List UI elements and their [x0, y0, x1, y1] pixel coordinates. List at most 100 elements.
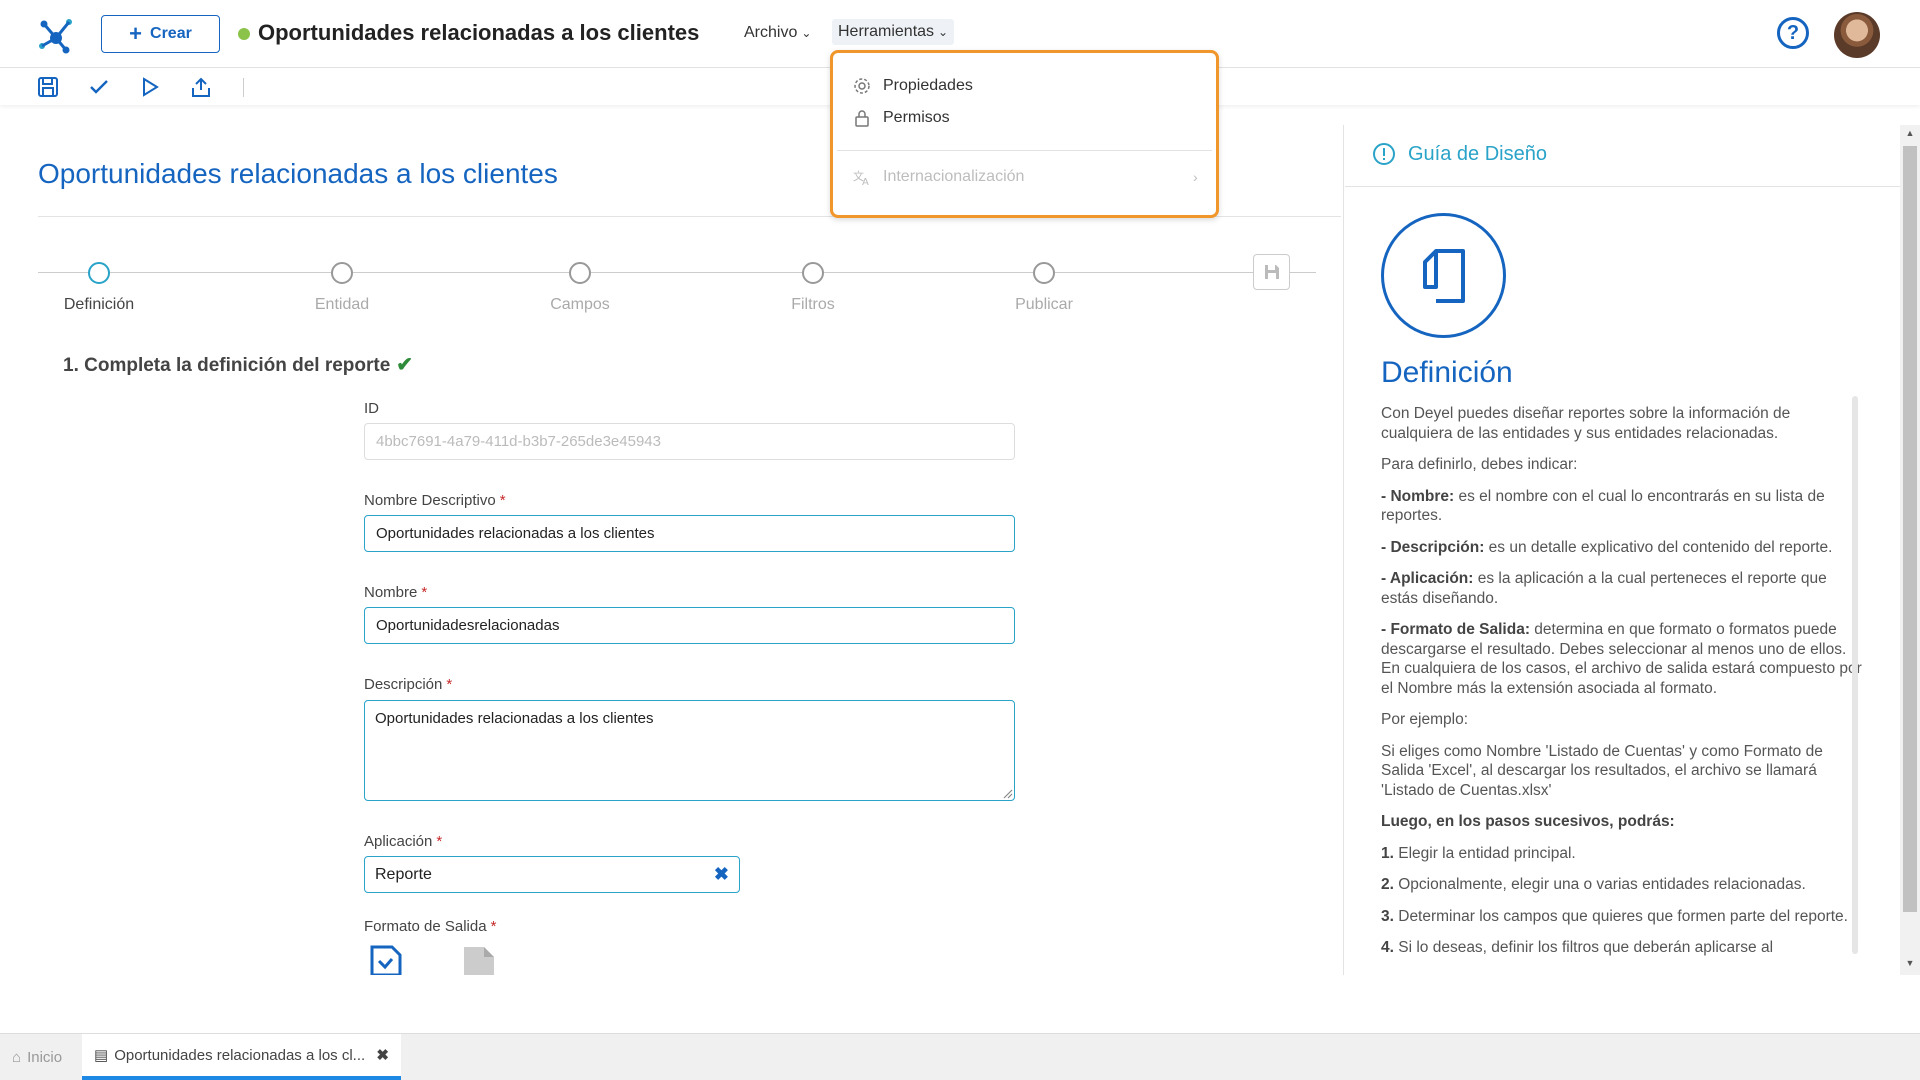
info-alert-icon — [1373, 143, 1395, 165]
guide-paragraph: Si eliges como Nombre 'Listado de Cuenta… — [1381, 742, 1823, 799]
menu-herramientas[interactable]: Herramientas ⌄ — [832, 19, 955, 45]
create-button-label: Crear — [150, 25, 192, 42]
scrollbar-thumb[interactable] — [1903, 146, 1917, 912]
guide-title: Guía de Diseño — [1372, 142, 1547, 166]
step-entidad-label[interactable]: Entidad — [315, 296, 369, 314]
app-window: { "header": { "create_label": "Crear", "… — [0, 0, 1920, 1080]
step-filtros-label[interactable]: Filtros — [791, 296, 835, 314]
step-filtros-circle[interactable] — [802, 262, 824, 284]
aplicacion-select[interactable]: Reporte ✖ — [364, 856, 740, 893]
deyel-logo-icon[interactable] — [36, 14, 76, 54]
nombre-field[interactable]: Oportunidadesrelacionadas — [364, 607, 1015, 644]
chevron-down-icon: ⌄ — [801, 26, 812, 40]
menu-archivo[interactable]: Archivo ⌄ — [744, 24, 811, 42]
id-field: 4bbc7691-4a79-411d-b3b7-265de3e45943 — [364, 423, 1015, 460]
status-dot — [238, 28, 250, 40]
home-icon: ⌂ — [12, 1049, 22, 1066]
avatar[interactable] — [1834, 12, 1880, 58]
aplicacion-value: Reporte — [375, 865, 432, 883]
panel-divider — [1343, 125, 1344, 977]
checkmark-icon: ✔ — [396, 354, 414, 376]
descripcion-label-text: Descripción — [364, 676, 443, 693]
menu-item-propiedades-label: Propiedades — [883, 77, 973, 94]
report-icon: ▤ — [94, 1047, 109, 1064]
plus-icon: + — [129, 21, 143, 46]
scroll-up-icon[interactable]: ▲ — [1904, 128, 1916, 138]
menu-item-internacionalizacion-label: Internacionalización — [883, 168, 1025, 185]
guide-steps-heading: Luego, en los pasos sucesivos, podrás: — [1381, 813, 1675, 830]
nombre-descriptivo-label: Nombre Descriptivo * — [364, 492, 506, 509]
scroll-down-icon[interactable]: ▼ — [1904, 958, 1916, 968]
check-icon[interactable] — [88, 76, 110, 98]
menu-archivo-label: Archivo — [744, 24, 798, 41]
menu-item-permisos[interactable]: Permisos — [853, 109, 950, 127]
menu-item-internacionalizacion: 文 A Internacionalización › — [853, 168, 1202, 186]
divider — [837, 150, 1212, 151]
guide-item: - Descripción: es un detalle explicativo… — [1381, 538, 1833, 556]
guide-title-text: Guía de Diseño — [1408, 142, 1547, 165]
help-circle-icon[interactable]: ? — [1777, 17, 1809, 49]
aplicacion-label: Aplicación * — [364, 833, 442, 850]
form-clip — [0, 975, 1344, 1033]
resize-handle-icon[interactable] — [1001, 787, 1013, 799]
menu-herramientas-label: Herramientas — [838, 23, 935, 40]
chevron-down-icon: ⌄ — [938, 25, 949, 39]
divider — [1345, 186, 1900, 187]
svg-text:A: A — [862, 177, 869, 186]
guide-heading: Definición — [1381, 356, 1513, 389]
guide-step: 4. Si lo deseas, definir los filtros que… — [1381, 939, 1774, 956]
section-heading-text: 1. Completa la definición del reporte — [63, 355, 391, 376]
page-name: Oportunidades relacionadas a los cliente… — [258, 20, 700, 45]
step-publicar-circle[interactable] — [1033, 262, 1055, 284]
descripcion-label: Descripción * — [364, 676, 452, 693]
herramientas-dropdown: Propiedades Permisos 文 A Internacionaliz… — [830, 50, 1219, 218]
export-icon[interactable] — [190, 76, 212, 98]
tab-inicio-label: Inicio — [27, 1049, 63, 1066]
tab-reporte[interactable]: ▤ Oportunidades relacionadas a los cl...… — [82, 1034, 401, 1080]
step-save-button[interactable] — [1253, 254, 1290, 290]
required-mark: * — [490, 918, 497, 935]
guide-step: 3. Determinar los campos que quieres que… — [1381, 907, 1848, 925]
section-heading: 1. Completa la definición del reporte ✔ — [63, 352, 413, 377]
guide-item: - Formato de Salida: determina en que fo… — [1381, 621, 1862, 697]
guide-step: 1. Elegir la entidad principal. — [1381, 844, 1576, 862]
step-campos-label[interactable]: Campos — [550, 296, 610, 314]
menu-item-permisos-label: Permisos — [883, 109, 950, 126]
step-definicion-label[interactable]: Definición — [64, 296, 134, 314]
document-icon — [1422, 248, 1465, 303]
lock-icon — [855, 110, 869, 127]
descripcion-textarea[interactable]: Oportunidades relacionadas a los cliente… — [364, 700, 1015, 801]
close-icon[interactable]: ✖ — [376, 1046, 389, 1064]
save-icon[interactable] — [37, 76, 59, 98]
csv-format-icon[interactable] — [462, 945, 498, 975]
nombre-descriptivo-field[interactable]: Oportunidades relacionadas a los cliente… — [364, 515, 1015, 552]
step-entidad-circle[interactable] — [331, 262, 353, 284]
bottom-tab-bar: ⌂ Inicio ▤ Oportunidades relacionadas a … — [0, 1033, 1920, 1080]
guide-scrollbar[interactable] — [1852, 396, 1858, 954]
page-title: Oportunidades relacionadas a los cliente… — [38, 158, 558, 189]
nombre-label-text: Nombre — [364, 584, 418, 601]
formato-salida-label-text: Formato de Salida — [364, 918, 487, 935]
tab-inicio[interactable]: ⌂ Inicio — [0, 1034, 82, 1080]
create-button[interactable]: + Crear — [101, 15, 220, 53]
menu-item-propiedades[interactable]: Propiedades — [853, 77, 973, 95]
play-icon[interactable] — [139, 76, 161, 98]
guide-body: Con Deyel puedes diseñar reportes sobre … — [1381, 404, 1863, 970]
toolbar-divider — [243, 78, 244, 97]
nombre-descriptivo-label-text: Nombre Descriptivo — [364, 492, 496, 509]
guide-paragraph: Con Deyel puedes diseñar reportes sobre … — [1381, 405, 1791, 442]
step-campos-circle[interactable] — [569, 262, 591, 284]
tab-reporte-label: Oportunidades relacionadas a los cl... — [114, 1046, 366, 1064]
gear-icon — [854, 78, 870, 94]
save-icon — [1264, 265, 1279, 279]
guide-step: 2. Opcionalmente, elegir una o varias en… — [1381, 876, 1806, 893]
step-publicar-label[interactable]: Publicar — [1015, 296, 1073, 314]
required-mark: * — [499, 492, 506, 509]
excel-format-icon[interactable] — [368, 945, 404, 975]
guide-item: - Nombre: es el nombre con el cual lo en… — [1381, 487, 1825, 525]
chevron-right-icon: › — [1193, 169, 1198, 185]
clear-icon[interactable]: ✖ — [714, 864, 729, 885]
guide-illustration — [1381, 213, 1506, 338]
stepper-line — [38, 272, 1316, 273]
step-definicion-circle[interactable] — [88, 262, 110, 284]
